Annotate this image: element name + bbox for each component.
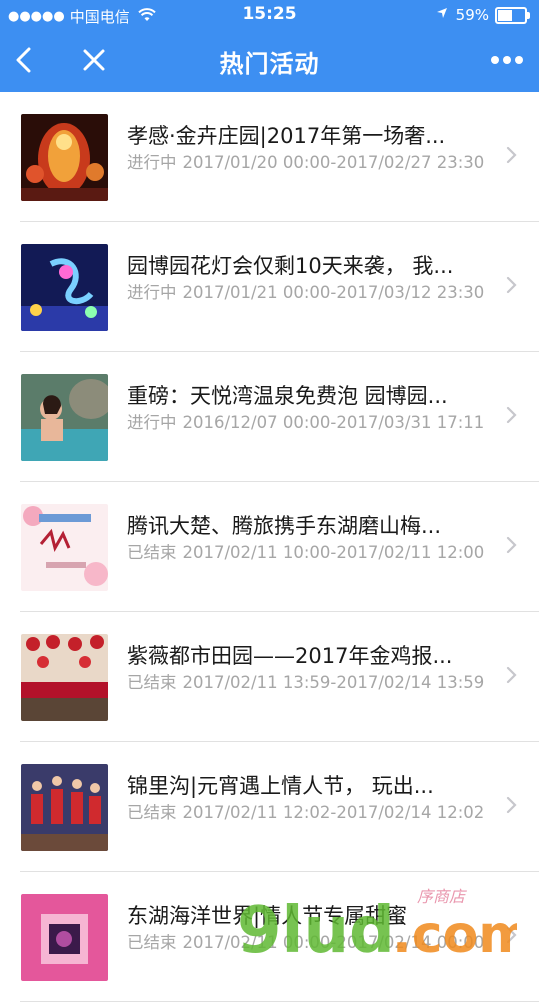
top-bar: ●●●●● 中国电信 15:25 59% 热门活动 xyxy=(0,0,539,92)
activity-meta: 已结束 2017/02/11 12:02-2017/02/14 12:02 xyxy=(127,802,499,824)
activity-time-range: 2016/12/07 00:00-2017/03/31 17:11 xyxy=(182,413,485,432)
activity-title: 腾讯大楚、腾旅携手东湖磨山梅... xyxy=(127,514,442,538)
status-bar: ●●●●● 中国电信 15:25 59% xyxy=(0,0,539,30)
activity-meta: 已结束 2017/02/11 13:59-2017/02/14 13:59 xyxy=(127,672,499,694)
list-item[interactable]: 园博园花灯会仅剩10天来袭， 我... 进行中 2017/01/21 00:00-… xyxy=(0,222,539,352)
chevron-right-icon xyxy=(506,536,517,554)
chevron-right-icon xyxy=(506,926,517,944)
activity-time-range: 2017/02/11 13:59-2017/02/14 13:59 xyxy=(182,673,485,692)
nav-bar: 热门活动 xyxy=(0,30,539,92)
page-title: 热门活动 xyxy=(219,50,320,78)
list-item[interactable]: 重磅：天悦湾温泉免费泡 园博园... 进行中 2016/12/07 00:00-2… xyxy=(0,352,539,482)
activity-meta: 已结束 2017/02/11 00:00-2017/02/14 00:00 xyxy=(127,932,499,954)
list-item[interactable]: 锦里沟|元宵遇上情人节， 玩出... 已结束 2017/02/11 12:02-2… xyxy=(0,742,539,872)
activity-thumbnail xyxy=(21,114,108,201)
more-dots-icon xyxy=(491,56,523,64)
list-item[interactable]: 紫薇都市田园——2017年金鸡报... 已结束 2017/02/11 13:59-… xyxy=(0,612,539,742)
battery-icon xyxy=(495,6,530,24)
activity-status: 已结束 xyxy=(127,543,177,562)
activity-meta: 进行中 2016/12/07 00:00-2017/03/31 17:11 xyxy=(127,412,499,434)
chevron-right-icon xyxy=(506,276,517,294)
activity-thumbnail xyxy=(21,894,108,981)
activity-title: 紫薇都市田园——2017年金鸡报... xyxy=(127,644,453,668)
activity-meta: 已结束 2017/02/11 10:00-2017/02/11 12:00 xyxy=(127,542,499,564)
activity-time-range: 2017/02/11 10:00-2017/02/11 12:00 xyxy=(182,543,485,562)
activity-time-range: 2017/02/11 00:00-2017/02/14 00:00 xyxy=(182,933,485,952)
chevron-right-icon xyxy=(506,406,517,424)
activity-thumbnail xyxy=(21,634,108,721)
activity-title: 锦里沟|元宵遇上情人节， 玩出... xyxy=(127,774,434,798)
activity-title: 孝感·金卉庄园|2017年第一场奢... xyxy=(127,124,446,148)
list-item[interactable]: 腾讯大楚、腾旅携手东湖磨山梅... 已结束 2017/02/11 10:00-20… xyxy=(0,482,539,612)
activity-status: 进行中 xyxy=(127,413,177,432)
activity-status: 已结束 xyxy=(127,803,177,822)
activity-status: 进行中 xyxy=(127,153,177,172)
activity-thumbnail xyxy=(21,504,108,591)
activity-list: 孝感·金卉庄园|2017年第一场奢... 进行中 2017/01/20 00:00… xyxy=(0,92,539,1002)
activity-time-range: 2017/01/20 00:00-2017/02/27 23:30 xyxy=(182,153,485,172)
activity-title: 重磅：天悦湾温泉免费泡 园博园... xyxy=(127,384,448,408)
activity-status: 进行中 xyxy=(127,283,177,302)
activity-status: 已结束 xyxy=(127,673,177,692)
location-arrow-icon xyxy=(436,7,448,23)
activity-status: 已结束 xyxy=(127,933,177,952)
list-item[interactable]: 孝感·金卉庄园|2017年第一场奢... 进行中 2017/01/20 00:00… xyxy=(0,92,539,222)
activity-meta: 进行中 2017/01/20 00:00-2017/02/27 23:30 xyxy=(127,152,499,174)
activity-thumbnail xyxy=(21,374,108,461)
activity-title: 东湖海洋世界|情人节专属甜蜜 xyxy=(127,904,408,928)
more-button[interactable] xyxy=(481,40,533,80)
battery-percent: 59% xyxy=(455,6,489,24)
chevron-right-icon xyxy=(506,146,517,164)
list-item[interactable]: 东湖海洋世界|情人节专属甜蜜 已结束 2017/02/11 00:00-2017/… xyxy=(0,872,539,1002)
activity-thumbnail xyxy=(21,764,108,851)
activity-title: 园博园花灯会仅剩10天来袭， 我... xyxy=(127,254,454,278)
activity-time-range: 2017/01/21 00:00-2017/03/12 23:30 xyxy=(182,283,485,302)
chevron-right-icon xyxy=(506,796,517,814)
chevron-right-icon xyxy=(506,666,517,684)
activity-meta: 进行中 2017/01/21 00:00-2017/03/12 23:30 xyxy=(127,282,499,304)
activity-time-range: 2017/02/11 12:02-2017/02/14 12:02 xyxy=(182,803,485,822)
battery-area: 59% xyxy=(436,6,530,24)
activity-thumbnail xyxy=(21,244,108,331)
